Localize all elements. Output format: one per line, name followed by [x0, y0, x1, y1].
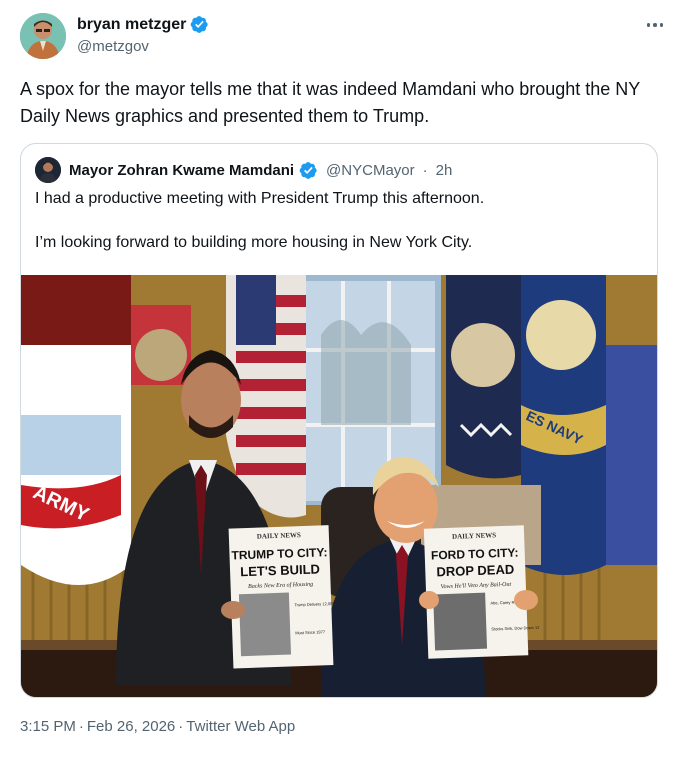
tweet-card: bryan metzger @metzgov A spox for the ma…	[0, 0, 696, 770]
paper-side-text: Must Since 1977	[295, 629, 326, 635]
paper-headline: DROP DEAD	[436, 562, 514, 580]
more-dot-icon	[653, 23, 657, 27]
quoted-paragraph: I had a productive meeting with Presiden…	[35, 190, 485, 207]
quoted-tweet[interactable]: Mayor Zohran Kwame Mamdani @NYCMayor · 2…	[20, 143, 658, 698]
author-display-name[interactable]: bryan metzger	[77, 16, 186, 34]
quoted-handle[interactable]: @NYCMayor	[326, 162, 415, 179]
more-options-button[interactable]	[640, 14, 670, 36]
person-avatar-icon	[35, 157, 61, 183]
author-handle[interactable]: @metzgov	[77, 38, 149, 55]
separator-dot: ·	[178, 718, 184, 735]
quoted-time[interactable]: 2h	[436, 162, 453, 179]
tweet-time[interactable]: 3:15 PM	[20, 718, 76, 735]
quoted-paragraph: I’m looking forward to building more hou…	[35, 234, 473, 251]
paper-masthead: DAILY NEWS	[257, 531, 301, 541]
quoted-photo[interactable]: ARMY ES NAVY DAILY NEWS TRUMP TO CITY: L…	[21, 275, 658, 698]
paper-headline: LET'S BUILD	[240, 561, 320, 579]
tweet-source: Twitter Web App	[186, 718, 296, 735]
quoted-text: I had a productive meeting with Presiden…	[35, 188, 645, 254]
more-dot-icon	[646, 23, 651, 27]
quoted-avatar	[35, 157, 61, 183]
quoted-display-name[interactable]: Mayor Zohran Kwame Mamdani	[69, 162, 294, 179]
more-dot-icon	[659, 23, 664, 27]
paper-masthead: DAILY NEWS	[452, 531, 496, 541]
verified-badge-icon	[191, 16, 208, 33]
tweet-footer: 3:15 PM · Feb 26, 2026 · Twitter Web App	[20, 718, 295, 735]
person-avatar-icon	[20, 13, 66, 59]
author-name-row: bryan metzger	[77, 15, 209, 34]
verified-badge-icon	[299, 161, 317, 179]
quoted-header: Mayor Zohran Kwame Mamdani @NYCMayor · 2…	[35, 157, 452, 183]
tweet-date[interactable]: Feb 26, 2026	[87, 718, 175, 735]
author-avatar[interactable]	[20, 13, 66, 59]
tweet-text: A spox for the mayor tells me that it wa…	[20, 79, 640, 126]
separator-dot: ·	[78, 718, 84, 735]
separator-dot: ·	[422, 161, 428, 179]
